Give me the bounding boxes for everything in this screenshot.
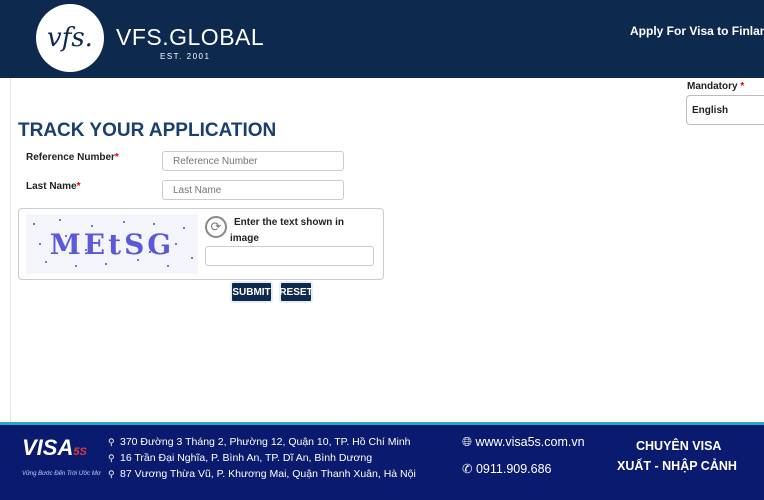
- last-name-input[interactable]: [162, 180, 344, 200]
- phone-icon: ✆: [462, 462, 473, 476]
- promo-footer: VISA5S Vững Bước Đến Trời Ước Mơ ⚲ 370 Đư…: [0, 422, 764, 500]
- location-icon: ⚲: [108, 469, 115, 479]
- address-1: ⚲ 370 Đường 3 Tháng 2, Phường 12, Quận 10…: [108, 436, 411, 448]
- vfs-logo[interactable]: vfs.: [36, 4, 104, 72]
- content-divider: [10, 78, 11, 422]
- service-slogan-1: CHUYÊN VISA: [636, 439, 722, 453]
- captcha-input[interactable]: [205, 246, 374, 266]
- reset-button[interactable]: RESET: [279, 281, 313, 303]
- brand-name: VFS.GLOBAL: [116, 24, 265, 50]
- location-icon: ⚲: [108, 453, 115, 463]
- website-link[interactable]: 🌐︎ www.visa5s.com.vn: [462, 435, 585, 450]
- language-select[interactable]: English: [686, 95, 764, 125]
- phone-number[interactable]: ✆ 0911.909.686: [462, 461, 552, 476]
- brand-est: EST. 2001: [160, 52, 211, 61]
- page-title: TRACK YOUR APPLICATION: [18, 120, 277, 141]
- visa5s-logo: VISA5S: [22, 435, 87, 460]
- reference-number-label: Reference Number*: [26, 152, 119, 163]
- captcha-text: MEtSG: [50, 228, 174, 261]
- captcha-prompt: Enter the text shown in image: [230, 217, 345, 244]
- refresh-captcha-icon[interactable]: ⟳: [205, 216, 227, 238]
- globe-icon: 🌐︎: [462, 435, 473, 449]
- apply-visa-text: Apply For Visa to Finland: [630, 24, 764, 38]
- visa5s-slogan: Vững Bước Đến Trời Ước Mơ: [22, 471, 101, 477]
- service-slogan-2: XUẤT - NHẬP CẢNH: [617, 459, 737, 473]
- address-2: ⚲ 16 Trần Đại Nghĩa, P. Bình An, TP. Dĩ A…: [108, 452, 373, 464]
- submit-button[interactable]: SUBMIT: [230, 281, 273, 303]
- reference-number-input[interactable]: [162, 151, 344, 171]
- address-3: ⚲ 87 Vương Thừa Vũ, P. Khương Mai, Quận T…: [108, 468, 416, 480]
- top-header: vfs. VFS.GLOBAL EST. 2001 Apply For Visa…: [0, 0, 764, 78]
- location-icon: ⚲: [108, 437, 115, 447]
- captcha-image: MEtSG: [26, 214, 198, 274]
- last-name-label: Last Name*: [26, 181, 81, 192]
- logo-text: vfs.: [47, 23, 93, 53]
- mandatory-label: Mandatory *: [687, 81, 745, 92]
